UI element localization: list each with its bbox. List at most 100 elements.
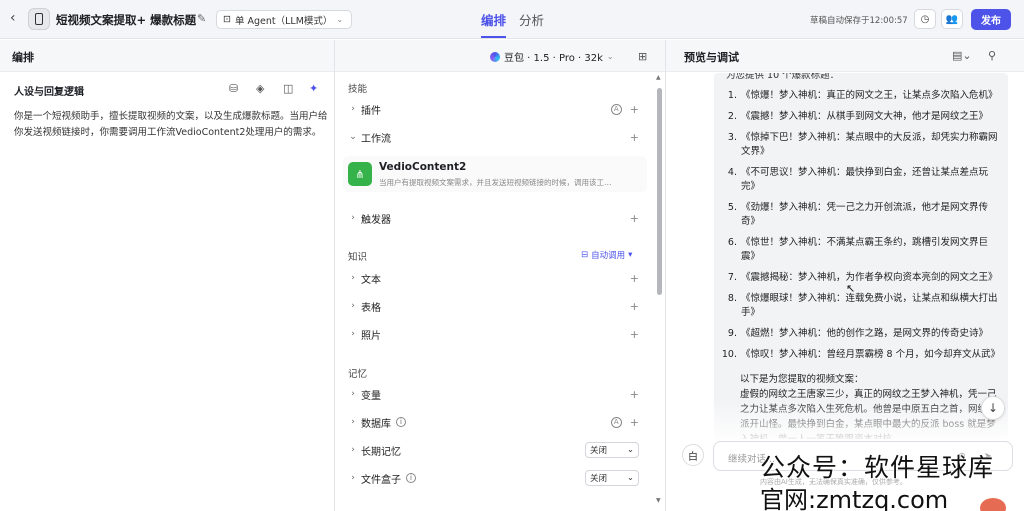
long-memory-row[interactable]: › 长期记忆 关闭 ⌄ (345, 440, 645, 460)
debug-icon[interactable]: ⚲ (988, 49, 996, 62)
plus-icon[interactable]: + (630, 272, 639, 285)
tab-analysis[interactable]: 分析 (519, 10, 544, 29)
plus-icon[interactable]: + (630, 416, 639, 429)
file-box-row[interactable]: › 文件盒子 i 关闭 ⌄ (345, 468, 645, 488)
select-value: 关闭 (590, 446, 608, 456)
auto-icon[interactable]: A (610, 416, 622, 428)
file-box-label: 文件盒子 (361, 474, 401, 486)
agent-icon: ⊡ (223, 14, 231, 25)
workflow-name: VedioContent2 (379, 161, 467, 173)
file-box-select[interactable]: 关闭 ⌄ (585, 470, 639, 486)
chevron-right-icon: › (351, 104, 355, 114)
persona-title: 人设与回复逻辑 (14, 87, 84, 98)
scrollbar-thumb[interactable] (657, 88, 662, 295)
chevron-down-icon: ⌄ (606, 52, 614, 61)
top-bar: ‹ 短视频文案提取+ 爆款标题 ✎ ⊡ 单 Agent（LLM模式） ⌄ 编排 … (0, 0, 1024, 39)
plus-icon[interactable]: + (630, 212, 639, 225)
table-label: 表格 (361, 302, 381, 314)
edit-icon[interactable]: ✎ (197, 12, 206, 25)
chevron-left-icon[interactable]: ‹ (10, 10, 26, 28)
chevron-down-icon: ⌄ (336, 15, 344, 24)
chevron-right-icon: › (351, 329, 355, 339)
plugin-label: 插件 (361, 105, 381, 117)
layout-icon[interactable]: ▤⌄ (952, 49, 972, 62)
assistant-bubble-icon[interactable] (980, 498, 1006, 511)
model-select[interactable]: 豆包 · 1.5 · Pro · 32k ⌄ (490, 49, 614, 64)
tab-edit[interactable]: 编排 (481, 10, 507, 38)
chevron-down-icon: ⌄ (626, 473, 634, 483)
history-icon: ◷ (920, 13, 930, 25)
history-button[interactable]: ◷ (914, 9, 936, 29)
text-label: 文本 (361, 274, 381, 286)
photo-row[interactable]: › 照片 + (345, 324, 645, 344)
chevron-right-icon: › (351, 301, 355, 311)
list-item: 10. 《惊叹！梦入神机：曾经月票霸榜 8 个月，如今却弃文从武》 (721, 349, 1001, 360)
list-item: 1. 《惊爆！梦入神机：真正的网文之王，让某点多次陷入危机》 (727, 90, 998, 101)
chevron-right-icon: › (351, 213, 355, 223)
watermark-line2: 官网:zmtzq.com (760, 486, 949, 511)
list-item: 2. 《震撼！梦入神机：从棋手到网文大神，他才是网纹之王》 (727, 111, 989, 122)
trigger-row[interactable]: › 触发器 + (345, 208, 645, 228)
workflow-row[interactable]: ⌄ 工作流 + (345, 127, 645, 147)
info-icon[interactable]: i (406, 473, 416, 483)
variable-row[interactable]: › 变量 + (345, 384, 645, 404)
persona-text[interactable]: 你是一个短视频助手，擅长提取视频的文案，以及生成爆款标题。当用户给你发送视频链接… (14, 109, 329, 141)
plus-icon[interactable]: + (630, 300, 639, 313)
autosave-status: 草稿自动保存于12:00:57 (810, 16, 908, 26)
scroll-bottom-button[interactable]: ↓ (981, 396, 1005, 420)
select-value: 关闭 (590, 474, 608, 484)
chevron-down-icon: ⌄ (626, 445, 634, 455)
plus-icon[interactable]: + (630, 388, 639, 401)
plugin-row[interactable]: › 插件 A + (345, 99, 645, 119)
new-chat-button[interactable]: 白 (682, 444, 704, 466)
skills-label: 技能 (348, 84, 368, 95)
workflow-icon: ⋔ (348, 162, 372, 186)
plus-icon[interactable]: + (630, 328, 639, 341)
plus-icon[interactable]: + (630, 103, 639, 116)
long-memory-select[interactable]: 关闭 ⌄ (585, 442, 639, 458)
long-memory-label: 长期记忆 (361, 446, 401, 458)
list-item: 3. 《惊掉下巴！梦入神机：某点眼中的大反派，却凭实力称霸网文界》 (727, 132, 998, 157)
grid-icon[interactable]: ⊞ (638, 50, 647, 63)
split-view-icon[interactable]: ◫ (283, 82, 293, 95)
auto-call-select[interactable]: ⊟ 自动调用 ▾ (581, 249, 632, 261)
prompt-library-icon[interactable]: ⛁ (229, 82, 238, 95)
auto-call-label: 自动调用 (591, 251, 626, 261)
info-icon[interactable]: i (396, 417, 406, 427)
workflow-desc: 当用户有提取视频文案需求，并且发送短视频链接的时候，调用该工… (379, 178, 612, 187)
divider (334, 40, 335, 511)
scroll-down-icon[interactable]: ▼ (656, 497, 661, 504)
list-item: 4. 《不可思议！梦入神机：最快挣到白金，还曾让某点差点玩完》 (727, 167, 989, 192)
broom-icon: 白 (688, 451, 698, 463)
list-item: 6. 《惊世！梦入神机：不满某点霸王条约，跳槽引发网文界巨震》 (727, 237, 989, 262)
chat-intro: 为您提供 10 个爆款标题： (726, 73, 840, 81)
app-title: 短视频文案提取+ 爆款标题 (56, 13, 197, 27)
table-row[interactable]: › 表格 + (345, 296, 645, 316)
scroll-up-icon[interactable]: ▲ (656, 74, 661, 81)
database-label: 数据库 (361, 418, 391, 430)
publish-button[interactable]: 发布 (971, 9, 1011, 30)
workflow-label: 工作流 (361, 133, 391, 145)
trigger-label: 触发器 (361, 214, 391, 226)
preview-title: 预览与调试 (684, 51, 739, 64)
agent-mode-label: 单 Agent（LLM模式） (234, 15, 333, 27)
watermark-line1: 公众号：软件星球库 (760, 453, 995, 482)
chevron-down-icon: ⌄ (349, 132, 357, 142)
chat-message: 为您提供 10 个爆款标题： 1. 《惊爆！梦入神机：真正的网文之王，让某点多次陷… (714, 73, 1008, 439)
auto-icon[interactable]: A (610, 103, 622, 115)
variable-label: 变量 (361, 390, 381, 402)
arrow-down-icon: ↓ (987, 401, 999, 415)
optimize-icon[interactable]: ✦ (309, 82, 318, 95)
collaborators-button[interactable]: 👥 (941, 9, 963, 29)
database-row[interactable]: › 数据库 i A + (345, 412, 645, 432)
text-row[interactable]: › 文本 + (345, 268, 645, 288)
plus-icon[interactable]: + (630, 131, 639, 144)
workflow-card[interactable]: ⋔ VedioContent2 当用户有提取视频文案需求，并且发送短视频链接的时… (343, 156, 647, 192)
chevron-right-icon: › (351, 417, 355, 427)
model-logo-icon (490, 51, 500, 62)
list-item: 7. 《震撼揭秘：梦入神机，为作者争权向资本亮剑的网文之王》 (727, 272, 998, 283)
agent-mode-select[interactable]: ⊡ 单 Agent（LLM模式） ⌄ (216, 10, 353, 29)
title-list: 1. 《惊爆！梦入神机：真正的网文之王，让某点多次陷入危机》 2. 《震撼！梦入神机… (721, 89, 1002, 369)
bulb-icon[interactable]: ◈ (256, 82, 264, 95)
chevron-right-icon: › (351, 389, 355, 399)
